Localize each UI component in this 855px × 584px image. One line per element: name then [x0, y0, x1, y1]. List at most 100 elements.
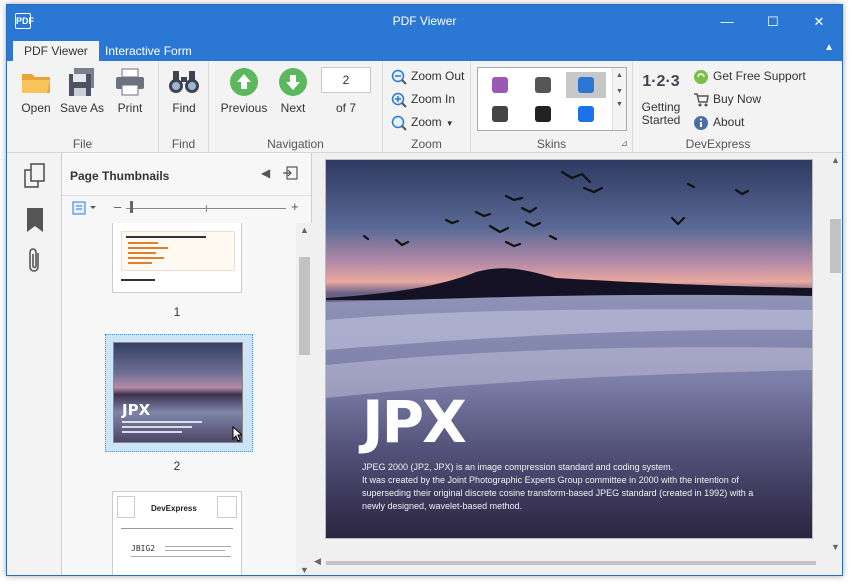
find-button[interactable]: Find: [161, 65, 207, 123]
devexpress-group: 1·2·3 Getting Started Get Free Support B…: [633, 61, 806, 153]
skin-icon: [578, 106, 594, 122]
chevron-down-icon: ▼: [445, 119, 454, 128]
file-group: Open Save As Print File: [7, 61, 159, 153]
save-as-icon: [65, 65, 99, 99]
scrollbar-thumb[interactable]: [326, 561, 816, 565]
zoom-out-button[interactable]: Zoom Out: [391, 65, 464, 87]
ribbon: Open Save As Print File Find Find Previo…: [7, 61, 842, 153]
thumbnail-page-label: 1: [173, 305, 181, 319]
arrow-down-icon: [276, 65, 310, 99]
zoom-out-thumbnails-icon[interactable]: –: [114, 199, 121, 214]
skin-gallery-scroll[interactable]: ▲ ▼ ▼: [612, 68, 626, 130]
about-button[interactable]: About: [693, 111, 744, 133]
zoom-in-button[interactable]: Zoom In: [391, 88, 455, 110]
tab-pdf-viewer[interactable]: PDF Viewer: [13, 41, 99, 61]
hide-panel-icon[interactable]: [282, 166, 298, 183]
thumbnail-heading: JBIG2: [131, 544, 156, 553]
scrollbar-thumb[interactable]: [299, 257, 310, 355]
skin-icon: [492, 77, 508, 93]
document-line: JPEG 2000 (JP2, JPX) is an image compres…: [362, 462, 674, 472]
page-thumbnail[interactable]: [112, 223, 242, 293]
zoom-icon: [391, 115, 407, 131]
collapse-ribbon-icon[interactable]: ▲: [824, 42, 834, 53]
info-icon: [693, 115, 709, 131]
printer-icon: [113, 65, 147, 99]
document-heading: JPX: [362, 388, 467, 456]
ribbon-tabs: PDF Viewer Interactive Form ▲: [7, 38, 842, 61]
chevron-up-icon[interactable]: ▲: [613, 72, 626, 79]
document-line: It was created by the Joint Photographic…: [362, 475, 739, 485]
navigation-group: Previous Next 2 of 7 Navigation: [209, 61, 383, 153]
skins-group: ▲ ▼ ▼ ⊿ Skins: [471, 61, 633, 153]
chevron-down-icon[interactable]: ▼: [827, 542, 842, 552]
close-button[interactable]: ✕: [796, 5, 842, 38]
chevron-left-icon[interactable]: ◀: [314, 556, 321, 567]
group-label-find: Find: [171, 137, 196, 151]
skin-item[interactable]: [523, 101, 563, 127]
page-thumbnails-icon[interactable]: [24, 163, 46, 189]
print-button[interactable]: Print: [107, 65, 153, 123]
viewer-vertical-scrollbar[interactable]: ▲ ▼: [827, 153, 842, 554]
thumbnail-options-icon[interactable]: [72, 201, 98, 218]
minimize-button[interactable]: —: [704, 5, 750, 38]
collapse-panel-icon[interactable]: ◀: [261, 166, 270, 180]
page-number-input[interactable]: 2: [321, 67, 371, 93]
skin-icon: [492, 106, 508, 122]
skin-item[interactable]: [480, 72, 520, 98]
skin-item[interactable]: [523, 72, 563, 98]
slider-thumb[interactable]: [130, 201, 133, 213]
zoom-in-thumbnails-icon[interactable]: +: [291, 199, 299, 214]
skin-icon: [535, 106, 551, 122]
buy-now-button[interactable]: Buy Now: [693, 88, 761, 110]
slider-tick: [206, 205, 207, 212]
binoculars-icon: [167, 65, 201, 99]
scrollbar-thumb[interactable]: [830, 219, 841, 273]
skin-item[interactable]: [566, 101, 606, 127]
group-label-devexpress: DevExpress: [685, 137, 751, 151]
thumbnail-text-line: [121, 279, 155, 281]
thumbnails-list: 1 JPX 2 DevExpress JBIG2: [62, 223, 296, 575]
thumbnail-heading: JPX: [122, 401, 151, 419]
getting-started-button[interactable]: 1·2·3 Getting Started: [635, 65, 687, 127]
get-free-support-button[interactable]: Get Free Support: [693, 65, 806, 87]
zoom-in-icon: [391, 92, 407, 108]
chevron-up-icon[interactable]: ▲: [827, 155, 842, 165]
expand-gallery-icon[interactable]: ▼: [613, 101, 626, 108]
page-count: of 7: [335, 101, 356, 115]
document-viewer: JPX JPEG 2000 (JP2, JPX) is an image com…: [312, 153, 842, 575]
skin-icon: [578, 77, 594, 93]
zoom-out-icon: [391, 69, 407, 85]
getting-started-icon: 1·2·3: [642, 73, 680, 90]
document-line: superseding their original discrete cosi…: [362, 488, 754, 498]
group-label-zoom: Zoom: [411, 137, 442, 151]
panel-title: Page Thumbnails: [70, 169, 170, 183]
save-as-button[interactable]: Save As: [59, 65, 105, 123]
previous-button[interactable]: Previous: [219, 65, 269, 123]
skin-gallery: ▲ ▼ ▼: [477, 67, 627, 131]
tab-interactive-form[interactable]: Interactive Form: [94, 41, 203, 61]
attachment-icon[interactable]: [24, 247, 46, 273]
thumbnail-brand: DevExpress: [151, 504, 197, 513]
skin-item[interactable]: [566, 72, 606, 98]
workspace: Page Thumbnails ◀ – + 1 JPX 2 DevExpress…: [7, 153, 842, 575]
folder-icon: [19, 65, 53, 99]
navigation-pane-strip: [7, 153, 62, 575]
bookmark-icon[interactable]: [24, 207, 46, 233]
chevron-down-icon[interactable]: ▼: [296, 565, 313, 575]
next-button[interactable]: Next: [271, 65, 315, 123]
skin-item[interactable]: [480, 101, 520, 127]
group-label-file: File: [72, 137, 93, 151]
viewer-horizontal-scrollbar[interactable]: ◀: [312, 554, 827, 571]
zoom-dropdown-button[interactable]: Zoom ▼: [391, 111, 454, 133]
thumbnails-scrollbar[interactable]: ▲ ▼: [296, 223, 313, 575]
maximize-button[interactable]: ☐: [750, 5, 796, 38]
page-thumbnail-selected[interactable]: JPX: [113, 342, 243, 443]
cart-icon: [693, 92, 709, 108]
app-window: PDF PDF Viewer — ☐ ✕ PDF Viewer Interact…: [6, 4, 843, 576]
page-thumbnail[interactable]: DevExpress JBIG2: [112, 491, 242, 575]
chevron-up-icon[interactable]: ▲: [296, 225, 313, 235]
skin-icon: [535, 77, 551, 93]
chevron-down-icon[interactable]: ▼: [613, 88, 626, 95]
zoom-group: Zoom Out Zoom In Zoom ▼ Zoom: [383, 61, 471, 153]
open-button[interactable]: Open: [13, 65, 59, 123]
